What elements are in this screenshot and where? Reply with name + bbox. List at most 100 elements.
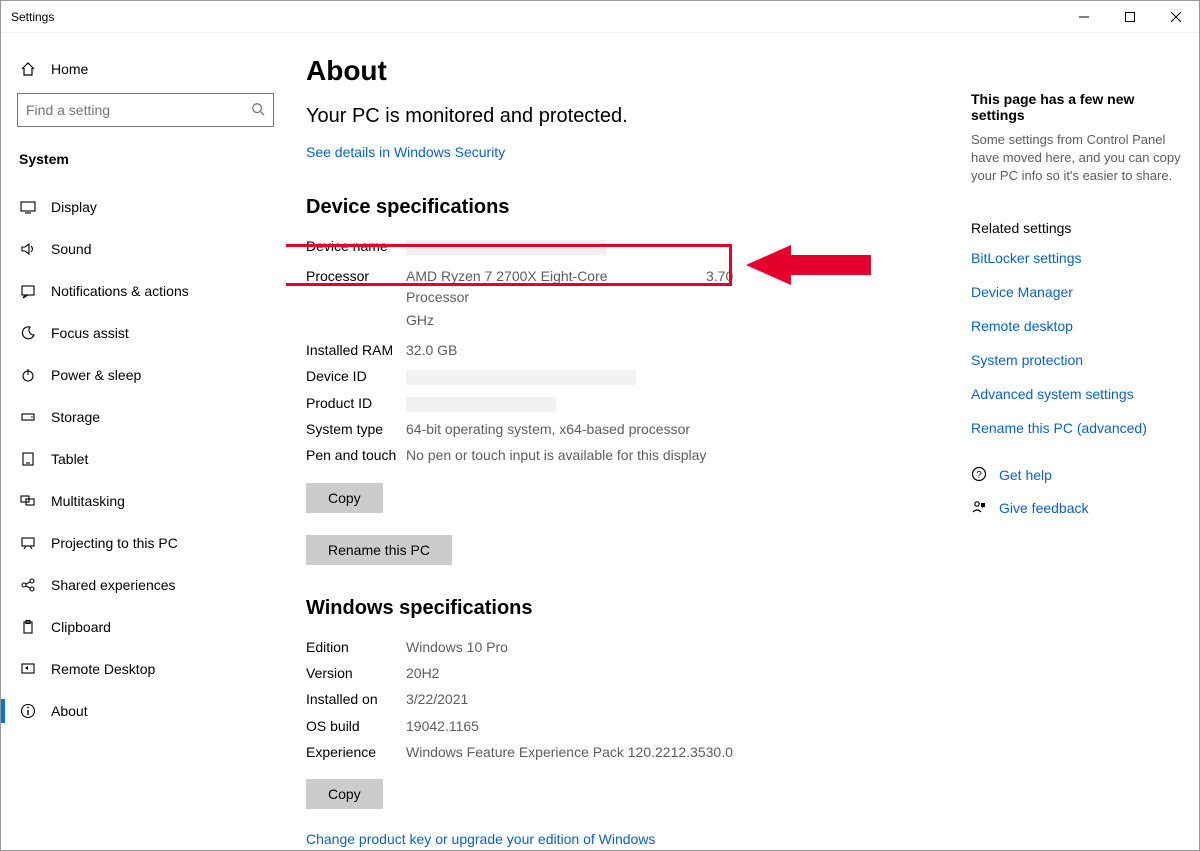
sidebar-item-label: Multitasking xyxy=(51,493,125,509)
spec-value: 20H2 xyxy=(406,663,439,683)
sound-icon xyxy=(19,241,37,257)
sidebar-item-focus-assist[interactable]: Focus assist xyxy=(13,313,278,353)
rename-advanced-link[interactable]: Rename this PC (advanced) xyxy=(971,420,1187,436)
notifications-icon xyxy=(19,283,37,299)
sidebar-item-projecting[interactable]: Projecting to this PC xyxy=(13,523,278,563)
row-experience: Experience Windows Feature Experience Pa… xyxy=(306,739,931,765)
tablet-icon xyxy=(19,451,37,467)
row-installed-on: Installed on 3/22/2021 xyxy=(306,686,931,712)
sidebar-item-clipboard[interactable]: Clipboard xyxy=(13,607,278,647)
svg-text:?: ? xyxy=(976,470,982,481)
clipboard-icon xyxy=(19,619,37,635)
share-icon xyxy=(19,577,37,593)
bitlocker-link[interactable]: BitLocker settings xyxy=(971,250,1187,266)
spec-label: Product ID xyxy=(306,393,406,413)
rail-news-heading: This page has a few new settings xyxy=(971,91,1187,123)
search-icon xyxy=(251,102,265,119)
sidebar-item-label: Tablet xyxy=(51,451,88,467)
advanced-settings-link[interactable]: Advanced system settings xyxy=(971,386,1187,402)
sidebar-item-storage[interactable]: Storage xyxy=(13,397,278,437)
security-link[interactable]: See details in Windows Security xyxy=(306,144,505,160)
spec-label: Experience xyxy=(306,742,406,762)
rail-related-heading: Related settings xyxy=(971,220,1187,236)
sidebar-item-sound[interactable]: Sound xyxy=(13,229,278,269)
remote-desktop-link[interactable]: Remote desktop xyxy=(971,318,1187,334)
give-feedback-label: Give feedback xyxy=(999,500,1089,516)
row-product-id: Product ID xyxy=(306,390,931,416)
page-subtitle: Your PC is monitored and protected. xyxy=(306,105,931,128)
spec-value: No pen or touch input is available for t… xyxy=(406,445,706,465)
sidebar-item-label: Display xyxy=(51,199,97,215)
sidebar-item-label: Projecting to this PC xyxy=(51,535,178,551)
page-title: About xyxy=(306,55,931,87)
sidebar-item-power-sleep[interactable]: Power & sleep xyxy=(13,355,278,395)
row-processor: Processor AMD Ryzen 7 2700X Eight-Core P… xyxy=(306,263,931,310)
row-device-id: Device ID xyxy=(306,363,931,389)
spec-value: Windows Feature Experience Pack 120.2212… xyxy=(406,742,733,762)
spec-value-cont: GHz xyxy=(406,310,434,330)
copy-device-specs-button[interactable]: Copy xyxy=(306,483,383,513)
row-edition: Edition Windows 10 Pro xyxy=(306,634,931,660)
search-box[interactable] xyxy=(17,93,274,127)
spec-label: Processor xyxy=(306,266,406,307)
spec-value: 32.0 GB xyxy=(406,340,457,360)
home-nav[interactable]: Home xyxy=(13,51,278,87)
window-controls xyxy=(1061,1,1199,33)
get-help-row[interactable]: ? Get help xyxy=(971,466,1187,485)
device-manager-link[interactable]: Device Manager xyxy=(971,284,1187,300)
rename-pc-button[interactable]: Rename this PC xyxy=(306,535,452,565)
sidebar-item-label: Clipboard xyxy=(51,619,111,635)
row-installed-ram: Installed RAM 32.0 GB xyxy=(306,337,931,363)
spec-value xyxy=(406,366,636,386)
window-title: Settings xyxy=(11,10,1061,24)
redacted-value xyxy=(406,240,606,255)
spec-value: AMD Ryzen 7 2700X Eight-Core Processor xyxy=(406,266,666,307)
system-protection-link[interactable]: System protection xyxy=(971,352,1187,368)
sidebar-item-label: Sound xyxy=(51,241,91,257)
spec-label: OS build xyxy=(306,716,406,736)
storage-icon xyxy=(19,409,37,425)
give-feedback-row[interactable]: Give feedback xyxy=(971,499,1187,518)
spec-value xyxy=(406,236,606,256)
sidebar-item-label: About xyxy=(51,703,88,719)
sidebar-item-multitasking[interactable]: Multitasking xyxy=(13,481,278,521)
help-icon: ? xyxy=(971,466,993,485)
windows-specs-heading: Windows specifications xyxy=(306,597,931,620)
display-icon xyxy=(19,199,37,215)
spec-label: System type xyxy=(306,419,406,439)
close-button[interactable] xyxy=(1153,1,1199,33)
moon-icon xyxy=(19,325,37,341)
sidebar-item-label: Shared experiences xyxy=(51,577,176,593)
spec-value xyxy=(406,393,556,413)
spec-label: Installed RAM xyxy=(306,340,406,360)
sidebar-item-label: Storage xyxy=(51,409,100,425)
right-rail: This page has a few new settings Some se… xyxy=(971,33,1199,850)
spec-label: Pen and touch xyxy=(306,445,406,465)
spec-label: Version xyxy=(306,663,406,683)
spec-value: Windows 10 Pro xyxy=(406,637,508,657)
sidebar-header: System xyxy=(13,145,278,187)
multitasking-icon xyxy=(19,493,37,509)
maximize-button[interactable] xyxy=(1107,1,1153,33)
row-version: Version 20H2 xyxy=(306,660,931,686)
sidebar-item-about[interactable]: About xyxy=(13,691,278,731)
spec-label: Device ID xyxy=(306,366,406,386)
search-input[interactable] xyxy=(26,102,251,118)
sidebar-item-shared-experiences[interactable]: Shared experiences xyxy=(13,565,278,605)
home-icon xyxy=(19,61,37,77)
sidebar-item-display[interactable]: Display xyxy=(13,187,278,227)
processor-ghz-value: 3.70 xyxy=(706,266,733,307)
redacted-value xyxy=(406,370,636,385)
spec-value: 3/22/2021 xyxy=(406,689,468,709)
copy-windows-specs-button[interactable]: Copy xyxy=(306,779,383,809)
sidebar-item-label: Focus assist xyxy=(51,325,129,341)
home-label: Home xyxy=(51,61,88,77)
sidebar-item-tablet[interactable]: Tablet xyxy=(13,439,278,479)
sidebar-item-remote-desktop[interactable]: Remote Desktop xyxy=(13,649,278,689)
sidebar-item-notifications[interactable]: Notifications & actions xyxy=(13,271,278,311)
product-key-link[interactable]: Change product key or upgrade your editi… xyxy=(306,831,931,847)
remote-desktop-icon xyxy=(19,661,37,677)
main-content: About Your PC is monitored and protected… xyxy=(286,33,971,850)
spec-label: Edition xyxy=(306,637,406,657)
minimize-button[interactable] xyxy=(1061,1,1107,33)
